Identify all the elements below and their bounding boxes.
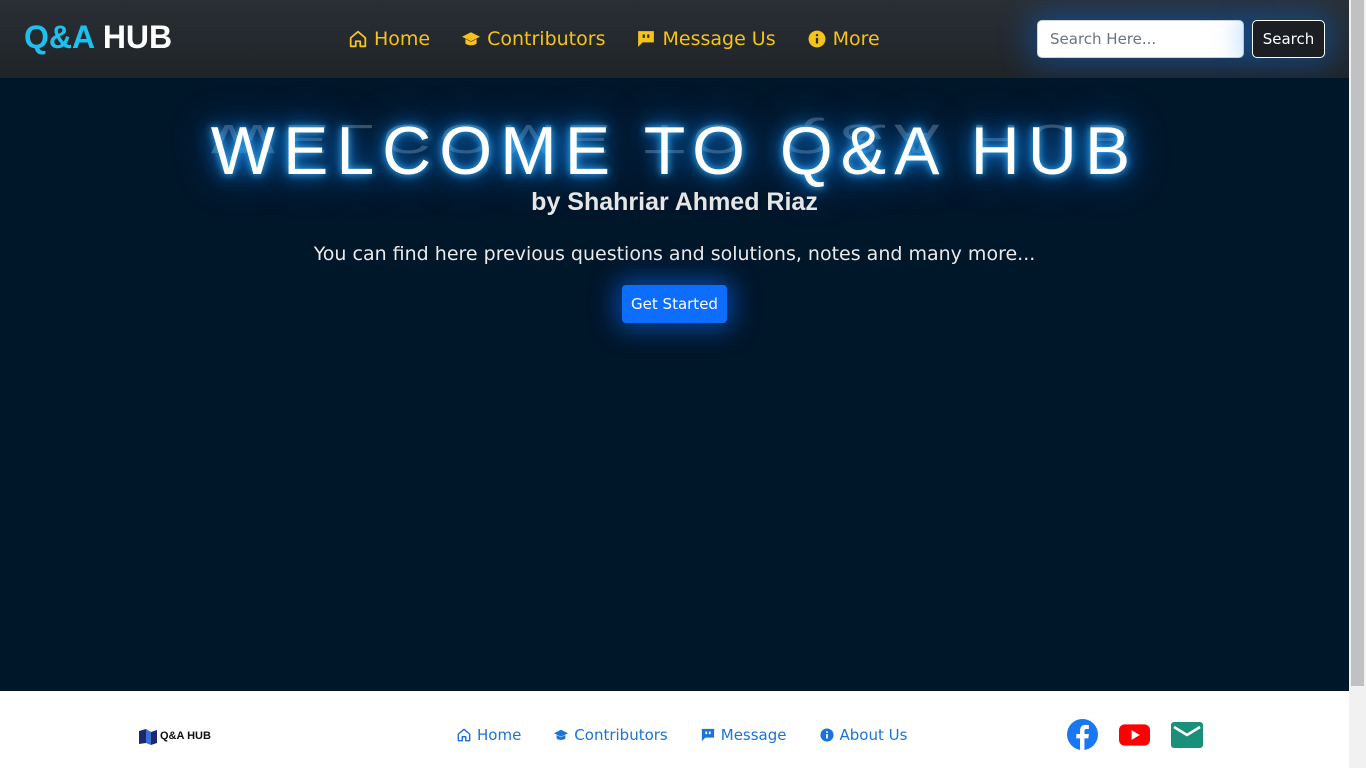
nav-link-more[interactable]: More [808, 28, 880, 50]
youtube-icon[interactable] [1119, 723, 1150, 746]
footer-link-label: Contributors [574, 726, 668, 744]
logo-book-icon [139, 729, 157, 745]
nav-link-label: Message Us [662, 28, 776, 50]
search-button[interactable]: Search [1252, 20, 1325, 58]
top-navbar: Q&A HUB Home Contributors Message Us Mor… [0, 0, 1349, 78]
email-icon[interactable] [1171, 721, 1203, 748]
brand-part-2: HUB [102, 19, 173, 55]
info-icon [808, 30, 826, 48]
info-icon [819, 728, 834, 742]
footer-link-contributors[interactable]: Contributors [554, 726, 668, 744]
graduation-cap-icon [462, 32, 481, 46]
footer-link-label: Message [720, 726, 787, 744]
brand-part-1: Q&A [24, 19, 94, 55]
social-links [1067, 719, 1203, 750]
footer-link-about-us[interactable]: About Us [819, 726, 908, 744]
nav-links: Home Contributors Message Us More [349, 28, 912, 50]
footer-link-label: About Us [839, 726, 908, 744]
nav-link-message-us[interactable]: Message Us [637, 28, 776, 50]
footer-logo[interactable]: Q&A HUB [138, 727, 211, 745]
footer: Q&A HUB Home Contributors Message About … [0, 691, 1349, 768]
footer-link-home[interactable]: Home [457, 726, 521, 744]
footer-logo-text: Q&A HUB [160, 730, 211, 742]
nav-link-label: More [832, 28, 880, 50]
search-input[interactable] [1037, 20, 1244, 58]
footer-link-label: Home [477, 726, 522, 744]
search-form: Search [1037, 20, 1325, 58]
hero-description: You can find here previous questions and… [313, 243, 1036, 265]
home-icon [349, 30, 367, 48]
facebook-icon[interactable] [1067, 719, 1098, 750]
nav-link-label: Contributors [487, 28, 606, 50]
message-icon [701, 728, 714, 742]
nav-link-home[interactable]: Home [349, 28, 430, 50]
scrollbar-thumb[interactable] [1351, 0, 1364, 686]
page-scrollbar[interactable] [1349, 0, 1366, 768]
hero-subtitle: by Shahriar Ahmed Riaz [531, 188, 818, 216]
footer-links: Home Contributors Message About Us [457, 726, 940, 744]
brand-logo[interactable]: Q&A HUB [24, 19, 172, 56]
footer-link-message[interactable]: Message [701, 726, 787, 744]
graduation-cap-icon [554, 729, 569, 740]
hero-title: WELCOME TO Q&A HUB [210, 113, 1139, 189]
nav-link-label: Home [374, 28, 431, 50]
get-started-button[interactable]: Get Started [622, 285, 727, 323]
home-icon [457, 728, 471, 742]
hero-section: WELCOME TO Q&A HUB WELCOME TO Q&A HUB by… [0, 78, 1349, 691]
message-icon [638, 31, 655, 47]
nav-link-contributors[interactable]: Contributors [462, 28, 605, 50]
